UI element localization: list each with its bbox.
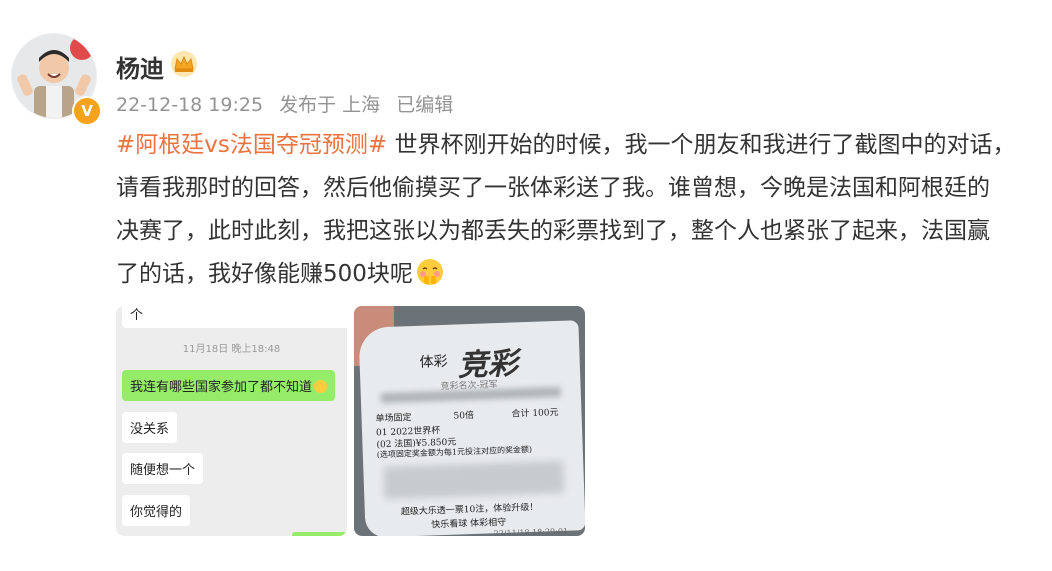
ticket-date: 22/11/18 18:29:01 (493, 526, 569, 536)
ticket-multiple: 50倍 (453, 410, 475, 422)
post-meta: 22-12-18 19:25 发布于 上海 已编辑 (116, 90, 463, 117)
post-location: 发布于 上海 (279, 94, 381, 116)
shy-face-emoji-icon (416, 259, 443, 285)
post-line-4: 了的话，我好像能赚500块呢 (116, 261, 413, 287)
chat-bubble-left: 随便想一个 (122, 453, 204, 484)
lottery-ticket: 体彩 竞彩 竞彩名次-冠军 单场固定 50倍 合计 100元 01 2022世界… (358, 320, 585, 536)
crown-icon[interactable] (170, 50, 198, 78)
blurred-area (383, 460, 565, 500)
blurred-area (380, 386, 561, 404)
chat-bubble-right: 我连有哪些国家参加了都不知道 (122, 370, 336, 401)
ticket-total: 合计 100元 (511, 407, 559, 420)
ticket-type: 单场固定 (375, 413, 412, 425)
chat-bubble-edge (292, 532, 347, 536)
username[interactable]: 杨迪 (116, 49, 164, 84)
post-date[interactable]: 22-12-18 19:25 (116, 94, 263, 116)
image-chat-screenshot[interactable]: 个 11月18日 晚上18:48 我连有哪些国家参加了都不知道 没关系 随便想一… (116, 306, 347, 536)
chat-timestamp: 11月18日 晚上18:48 (182, 344, 281, 355)
ticket-ad-2: 快乐看球 体彩相守 (431, 517, 507, 531)
verified-badge-icon: V (72, 96, 102, 126)
chat-bubble-left: 你觉得的 (122, 495, 191, 526)
post-line-3: 决赛了，此时此刻，我把这张以为都丢失的彩票找到了，整个人也紧张了起来，法国赢 (116, 218, 990, 244)
post-body: #阿根廷vs法国夺冠预测# 世界杯刚开始的时候，我一个朋友和我进行了截图中的对话… (116, 124, 1050, 296)
image-lottery-ticket[interactable]: 体彩 竞彩 竞彩名次-冠军 单场固定 50倍 合计 100元 01 2022世界… (354, 306, 585, 536)
post-line-1: 世界杯刚开始的时候，我一个朋友和我进行了截图中的对话， (387, 132, 1016, 158)
smile-emoji-icon (314, 380, 328, 393)
hashtag-link[interactable]: #阿根廷vs法国夺冠预测# (116, 132, 387, 158)
edited-label[interactable]: 已编辑 (396, 94, 453, 116)
chat-bubble-left: 没关系 (122, 412, 178, 443)
chat-partial-bubble: 个 (122, 306, 347, 328)
ticket-brand: 体彩 (419, 353, 448, 371)
ticket-ad-1: 超级大乐透一票10注，体验升级！ (400, 502, 539, 518)
post-line-2: 请看我那时的回答，然后他偷摸买了一张体彩送了我。谁曾想，今晚是法国和阿根廷的 (116, 175, 990, 201)
